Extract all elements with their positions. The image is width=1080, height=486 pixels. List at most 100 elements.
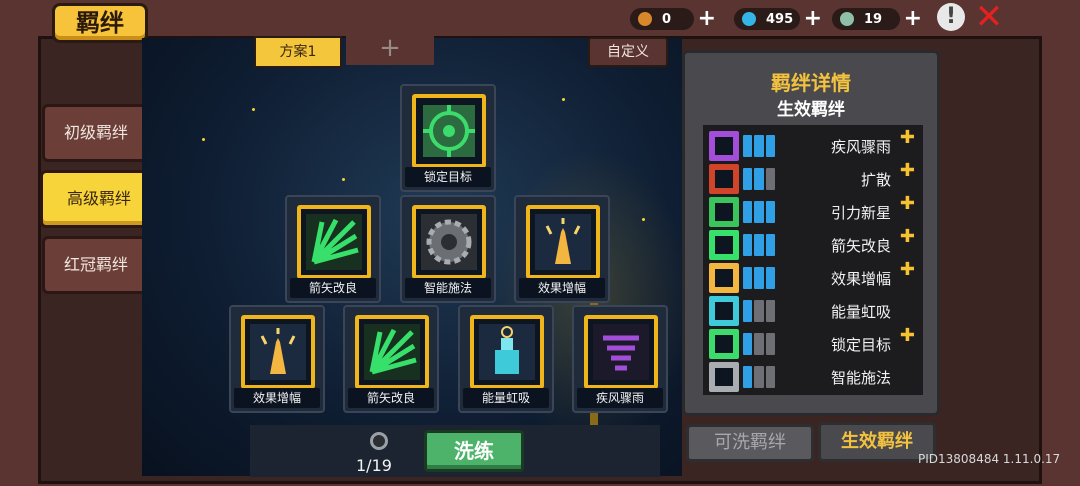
bond-level-bars [743, 300, 775, 322]
coin-bag-icon [638, 12, 652, 26]
add-coins-button[interactable]: + [698, 6, 716, 31]
bond-row[interactable]: 箭矢改良 ✚ [707, 226, 921, 260]
bond-node-smart-cast[interactable]: 智能施法 [400, 195, 496, 303]
sidebar-item-basic[interactable]: 初级羁绊 [42, 104, 150, 162]
bond-node-storm[interactable]: 疾风骤雨 [572, 305, 668, 413]
gravity-icon [709, 197, 739, 227]
bond-level-bars [743, 168, 775, 190]
level-segment [765, 300, 775, 322]
sidebar-item-advanced[interactable]: 高级羁绊 [40, 170, 158, 228]
praying-hands-icon [241, 315, 315, 389]
panel-subtitle: 生效羁绊 [777, 100, 845, 120]
level-segment [754, 135, 764, 157]
sparkle [642, 218, 645, 221]
thumbs-up-icon: ✚ [899, 226, 915, 247]
level-segment [765, 366, 775, 388]
bond-row[interactable]: 疾风骤雨 ✚ [707, 127, 921, 161]
bond-name: 疾风骤雨 [830, 138, 891, 156]
reroll-button[interactable]: 洗练 [424, 430, 524, 472]
resource-value: 495 [766, 11, 794, 27]
level-segment [743, 234, 753, 256]
target-icon [412, 94, 486, 168]
bond-level-bars [743, 333, 775, 355]
level-segment [765, 201, 775, 223]
panel-title: 羁绊详情 [771, 71, 851, 95]
level-segment [743, 267, 753, 289]
target-icon [709, 329, 739, 359]
add-parts-button[interactable]: + [904, 6, 922, 31]
arrows-icon [709, 230, 739, 260]
sparkle [252, 108, 255, 111]
resource-coins: 0 + [630, 6, 716, 31]
arrows-icon [297, 205, 371, 279]
close-button[interactable]: ✕ [972, 0, 1006, 34]
bond-row[interactable]: 引力新星 ✚ [707, 193, 921, 227]
resource-gems: 495 + [734, 6, 822, 31]
bond-name: 箭矢改良 [830, 237, 891, 255]
level-segment [754, 300, 764, 322]
spread-icon [709, 164, 739, 194]
level-segment [754, 267, 764, 289]
sparkle [202, 138, 205, 141]
bond-row[interactable]: 智能施法 [707, 362, 921, 392]
reroll-token-icon [370, 432, 388, 450]
custom-button[interactable]: 自定义 [588, 37, 668, 67]
add-scheme-button[interactable]: + [346, 33, 434, 65]
gear-icon [412, 205, 486, 279]
bond-node-effect-boost-2[interactable]: 效果增幅 [229, 305, 325, 413]
bond-name: 引力新星 [830, 204, 891, 222]
bond-node-arrow-upgrade-2[interactable]: 箭矢改良 [343, 305, 439, 413]
bond-name: 智能施法 [830, 369, 891, 387]
bond-node-arrow-upgrade[interactable]: 箭矢改良 [285, 195, 381, 303]
bond-node-effect-boost[interactable]: 效果增幅 [514, 195, 610, 303]
bond-name: 锁定目标 [830, 336, 891, 354]
whirlwind-icon [584, 315, 658, 389]
bond-level-bars [743, 366, 775, 388]
node-label: 智能施法 [405, 278, 491, 298]
level-segment [743, 366, 753, 388]
bond-level-bars [743, 135, 775, 157]
level-segment [754, 366, 764, 388]
level-segment [754, 201, 764, 223]
active-bond-list[interactable]: 疾风骤雨 ✚ 扩散 ✚ 引力新星 ✚ 箭矢改良 ✚ 效果增幅 ✚ 能量虹吸 锁定目标 ✚ 智能施法 [703, 125, 923, 395]
resource-parts: 19 + [832, 6, 922, 31]
node-label: 能量虹吸 [463, 388, 549, 408]
add-gems-button[interactable]: + [804, 6, 822, 31]
level-segment [765, 333, 775, 355]
level-segment [754, 168, 764, 190]
thumbs-up-icon: ✚ [899, 325, 915, 346]
bond-name: 效果增幅 [830, 270, 891, 288]
level-segment [765, 135, 775, 157]
level-segment [743, 168, 753, 190]
potion-icon [470, 315, 544, 389]
sidebar-item-crown[interactable]: 红冠羁绊 [42, 236, 150, 294]
bond-row[interactable]: 能量虹吸 [707, 296, 921, 326]
arrows-icon [355, 315, 429, 389]
build-id: PID13808484 1.11.0.17 [918, 452, 1061, 466]
tab-scheme-1[interactable]: 方案1 [254, 36, 342, 68]
node-label: 效果增幅 [519, 278, 605, 298]
tab-rerollable-bonds[interactable]: 可洗羁绊 [686, 424, 814, 462]
node-label: 效果增幅 [234, 388, 320, 408]
thumbs-up-icon: ✚ [899, 259, 915, 280]
level-segment [765, 168, 775, 190]
thumbs-up-icon: ✚ [899, 127, 915, 148]
level-segment [754, 234, 764, 256]
bond-row[interactable]: 锁定目标 ✚ [707, 325, 921, 359]
bond-details-panel: 羁绊详情 生效羁绊 疾风骤雨 ✚ 扩散 ✚ 引力新星 ✚ 箭矢改良 ✚ 效果增幅 ✚ 能量虹吸 锁定目… [682, 50, 940, 416]
level-segment [743, 300, 753, 322]
gem-icon [742, 12, 756, 26]
praying-hands-icon [709, 263, 739, 293]
node-label: 箭矢改良 [348, 388, 434, 408]
resource-value: 19 [864, 11, 883, 27]
resource-value: 0 [662, 11, 672, 27]
info-alert-button[interactable]: ! [937, 3, 965, 31]
praying-hands-icon [526, 205, 600, 279]
page-title: 羁绊 [52, 3, 148, 43]
bond-row[interactable]: 效果增幅 ✚ [707, 259, 921, 293]
bond-node-energy-siphon[interactable]: 能量虹吸 [458, 305, 554, 413]
level-segment [743, 333, 753, 355]
bond-row[interactable]: 扩散 ✚ [707, 160, 921, 194]
node-label: 锁定目标 [405, 167, 491, 187]
bond-node-lock-target[interactable]: 锁定目标 [400, 84, 496, 192]
